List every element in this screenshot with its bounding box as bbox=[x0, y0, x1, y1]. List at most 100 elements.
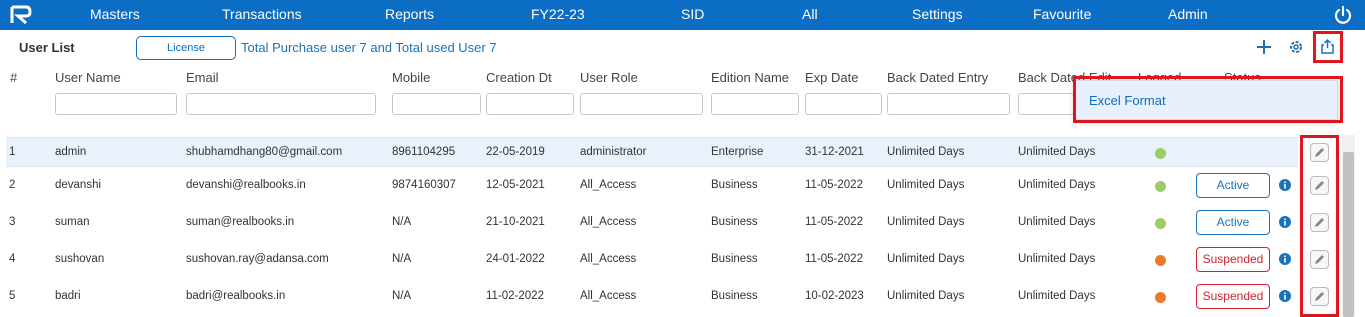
back-dated-entry-cell: Unlimited Days bbox=[887, 253, 965, 265]
nav-favourite[interactable]: Favourite bbox=[1033, 6, 1091, 22]
column-header-user-role[interactable]: User Role bbox=[580, 70, 638, 85]
license-button[interactable]: License bbox=[136, 36, 236, 60]
mobile-cell: N/A bbox=[392, 290, 412, 302]
table-row[interactable]: 3 suman suman@realbooks.in N/A 21-10-202… bbox=[6, 208, 1329, 238]
nav-settings[interactable]: Settings bbox=[912, 6, 963, 22]
user-role-cell: All_Access bbox=[580, 290, 637, 302]
excel-format-highlight-box bbox=[1073, 76, 1343, 123]
user-name-cell: sushovan bbox=[55, 253, 105, 265]
email-cell: devanshi@realbooks.in bbox=[186, 179, 306, 191]
nav-all[interactable]: All bbox=[802, 6, 818, 22]
exp-date-cell: 31-12-2021 bbox=[805, 146, 864, 158]
creation-date-cell: 12-05-2021 bbox=[486, 179, 545, 191]
user-role-cell: All_Access bbox=[580, 216, 637, 228]
column-header-back-dated-entry[interactable]: Back Dated Entry bbox=[887, 70, 988, 85]
logged-status-dot bbox=[1155, 181, 1166, 192]
info-icon[interactable] bbox=[1279, 290, 1291, 302]
filter-creation-date-input[interactable] bbox=[486, 93, 574, 115]
filter-edition-name-input[interactable] bbox=[711, 93, 799, 115]
email-cell: badri@realbooks.in bbox=[186, 290, 286, 302]
info-icon[interactable] bbox=[1279, 179, 1291, 191]
user-name-cell: admin bbox=[55, 146, 87, 158]
info-icon[interactable] bbox=[1279, 216, 1291, 228]
back-dated-edit-cell: Unlimited Days bbox=[1018, 290, 1096, 302]
creation-date-cell: 24-01-2022 bbox=[486, 253, 545, 265]
creation-date-cell: 22-05-2019 bbox=[486, 146, 545, 158]
back-dated-entry-cell: Unlimited Days bbox=[887, 179, 965, 191]
user-name-cell: badri bbox=[55, 290, 81, 302]
edition-name-cell: Business bbox=[711, 253, 758, 265]
column-header-exp-date[interactable]: Exp Date bbox=[805, 70, 858, 85]
logged-status-dot bbox=[1155, 255, 1166, 266]
row-number: 1 bbox=[9, 146, 16, 158]
edition-name-cell: Enterprise bbox=[711, 146, 764, 158]
filter-user-role-input[interactable] bbox=[580, 93, 703, 115]
filter-mobile-input[interactable] bbox=[392, 93, 481, 115]
table-row[interactable]: 5 badri badri@realbooks.in N/A 11-02-202… bbox=[6, 282, 1329, 312]
nav-sid[interactable]: SID bbox=[681, 6, 704, 22]
nav-financial-year[interactable]: FY22-23 bbox=[531, 6, 585, 22]
user-role-cell: All_Access bbox=[580, 179, 637, 191]
user-name-cell: suman bbox=[55, 216, 90, 228]
gear-icon[interactable] bbox=[1288, 39, 1304, 55]
column-header-email[interactable]: Email bbox=[186, 70, 219, 85]
mobile-cell: N/A bbox=[392, 216, 412, 228]
edition-name-cell: Business bbox=[711, 216, 758, 228]
filter-back-dated-edit-input[interactable] bbox=[1018, 93, 1074, 115]
table-row[interactable]: 1 admin shubhamdhang80@gmail.com 8961104… bbox=[6, 137, 1329, 167]
column-header-mobile[interactable]: Mobile bbox=[392, 70, 430, 85]
exp-date-cell: 11-05-2022 bbox=[805, 253, 863, 265]
status-badge[interactable]: Active bbox=[1196, 173, 1270, 198]
logged-status-dot bbox=[1155, 218, 1166, 229]
mobile-cell: N/A bbox=[392, 253, 412, 265]
table-row[interactable]: 2 devanshi devanshi@realbooks.in 9874160… bbox=[6, 171, 1329, 201]
logged-status-dot bbox=[1155, 148, 1166, 159]
column-header-number: # bbox=[10, 70, 18, 85]
mobile-cell: 8961104295 bbox=[392, 146, 456, 158]
creation-date-cell: 21-10-2021 bbox=[486, 216, 545, 228]
nav-reports[interactable]: Reports bbox=[385, 6, 434, 22]
top-nav-bar: Masters Transactions Reports FY22-23 SID… bbox=[0, 0, 1365, 30]
filter-email-input[interactable] bbox=[186, 93, 376, 115]
column-header-user-name[interactable]: User Name bbox=[55, 70, 121, 85]
back-dated-edit-cell: Unlimited Days bbox=[1018, 216, 1096, 228]
back-dated-edit-cell: Unlimited Days bbox=[1018, 253, 1096, 265]
row-number: 5 bbox=[9, 290, 16, 302]
user-name-cell: devanshi bbox=[55, 179, 102, 191]
info-icon[interactable] bbox=[1279, 253, 1291, 265]
plus-icon[interactable] bbox=[1256, 39, 1272, 55]
table-row[interactable]: 4 sushovan sushovan.ray@adansa.com N/A 2… bbox=[6, 245, 1329, 275]
table-scrollbar-thumb[interactable] bbox=[1343, 152, 1354, 317]
license-usage-info: Total Purchase user 7 and Total used Use… bbox=[241, 40, 497, 55]
power-icon[interactable] bbox=[1333, 5, 1353, 25]
filter-user-name-input[interactable] bbox=[55, 93, 177, 115]
nav-admin[interactable]: Admin bbox=[1168, 6, 1208, 22]
column-header-creation-date[interactable]: Creation Dt bbox=[486, 70, 552, 85]
back-dated-entry-cell: Unlimited Days bbox=[887, 290, 965, 302]
exp-date-cell: 11-05-2022 bbox=[805, 179, 863, 191]
back-dated-entry-cell: Unlimited Days bbox=[887, 146, 965, 158]
status-badge[interactable]: Suspended bbox=[1196, 284, 1270, 309]
edition-name-cell: Business bbox=[711, 179, 758, 191]
email-cell: sushovan.ray@adansa.com bbox=[186, 253, 329, 265]
nav-masters[interactable]: Masters bbox=[90, 6, 140, 22]
edit-column-highlight-box bbox=[1300, 135, 1339, 317]
row-number: 3 bbox=[9, 216, 16, 228]
nav-transactions[interactable]: Transactions bbox=[222, 6, 302, 22]
back-dated-entry-cell: Unlimited Days bbox=[887, 216, 965, 228]
filter-exp-date-input[interactable] bbox=[805, 93, 882, 115]
export-highlight-box bbox=[1313, 31, 1343, 63]
status-badge[interactable]: Suspended bbox=[1196, 247, 1270, 272]
filter-back-dated-entry-input[interactable] bbox=[887, 93, 1010, 115]
mobile-cell: 9874160307 bbox=[392, 179, 456, 191]
creation-date-cell: 11-02-2022 bbox=[486, 290, 544, 302]
status-badge[interactable]: Active bbox=[1196, 210, 1270, 235]
user-role-cell: administrator bbox=[580, 146, 647, 158]
edition-name-cell: Business bbox=[711, 290, 758, 302]
column-header-edition-name[interactable]: Edition Name bbox=[711, 70, 789, 85]
realbooks-logo-icon[interactable] bbox=[10, 5, 32, 25]
exp-date-cell: 10-02-2023 bbox=[805, 290, 864, 302]
logged-status-dot bbox=[1155, 292, 1166, 303]
row-number: 4 bbox=[9, 253, 16, 265]
user-role-cell: All_Access bbox=[580, 253, 637, 265]
